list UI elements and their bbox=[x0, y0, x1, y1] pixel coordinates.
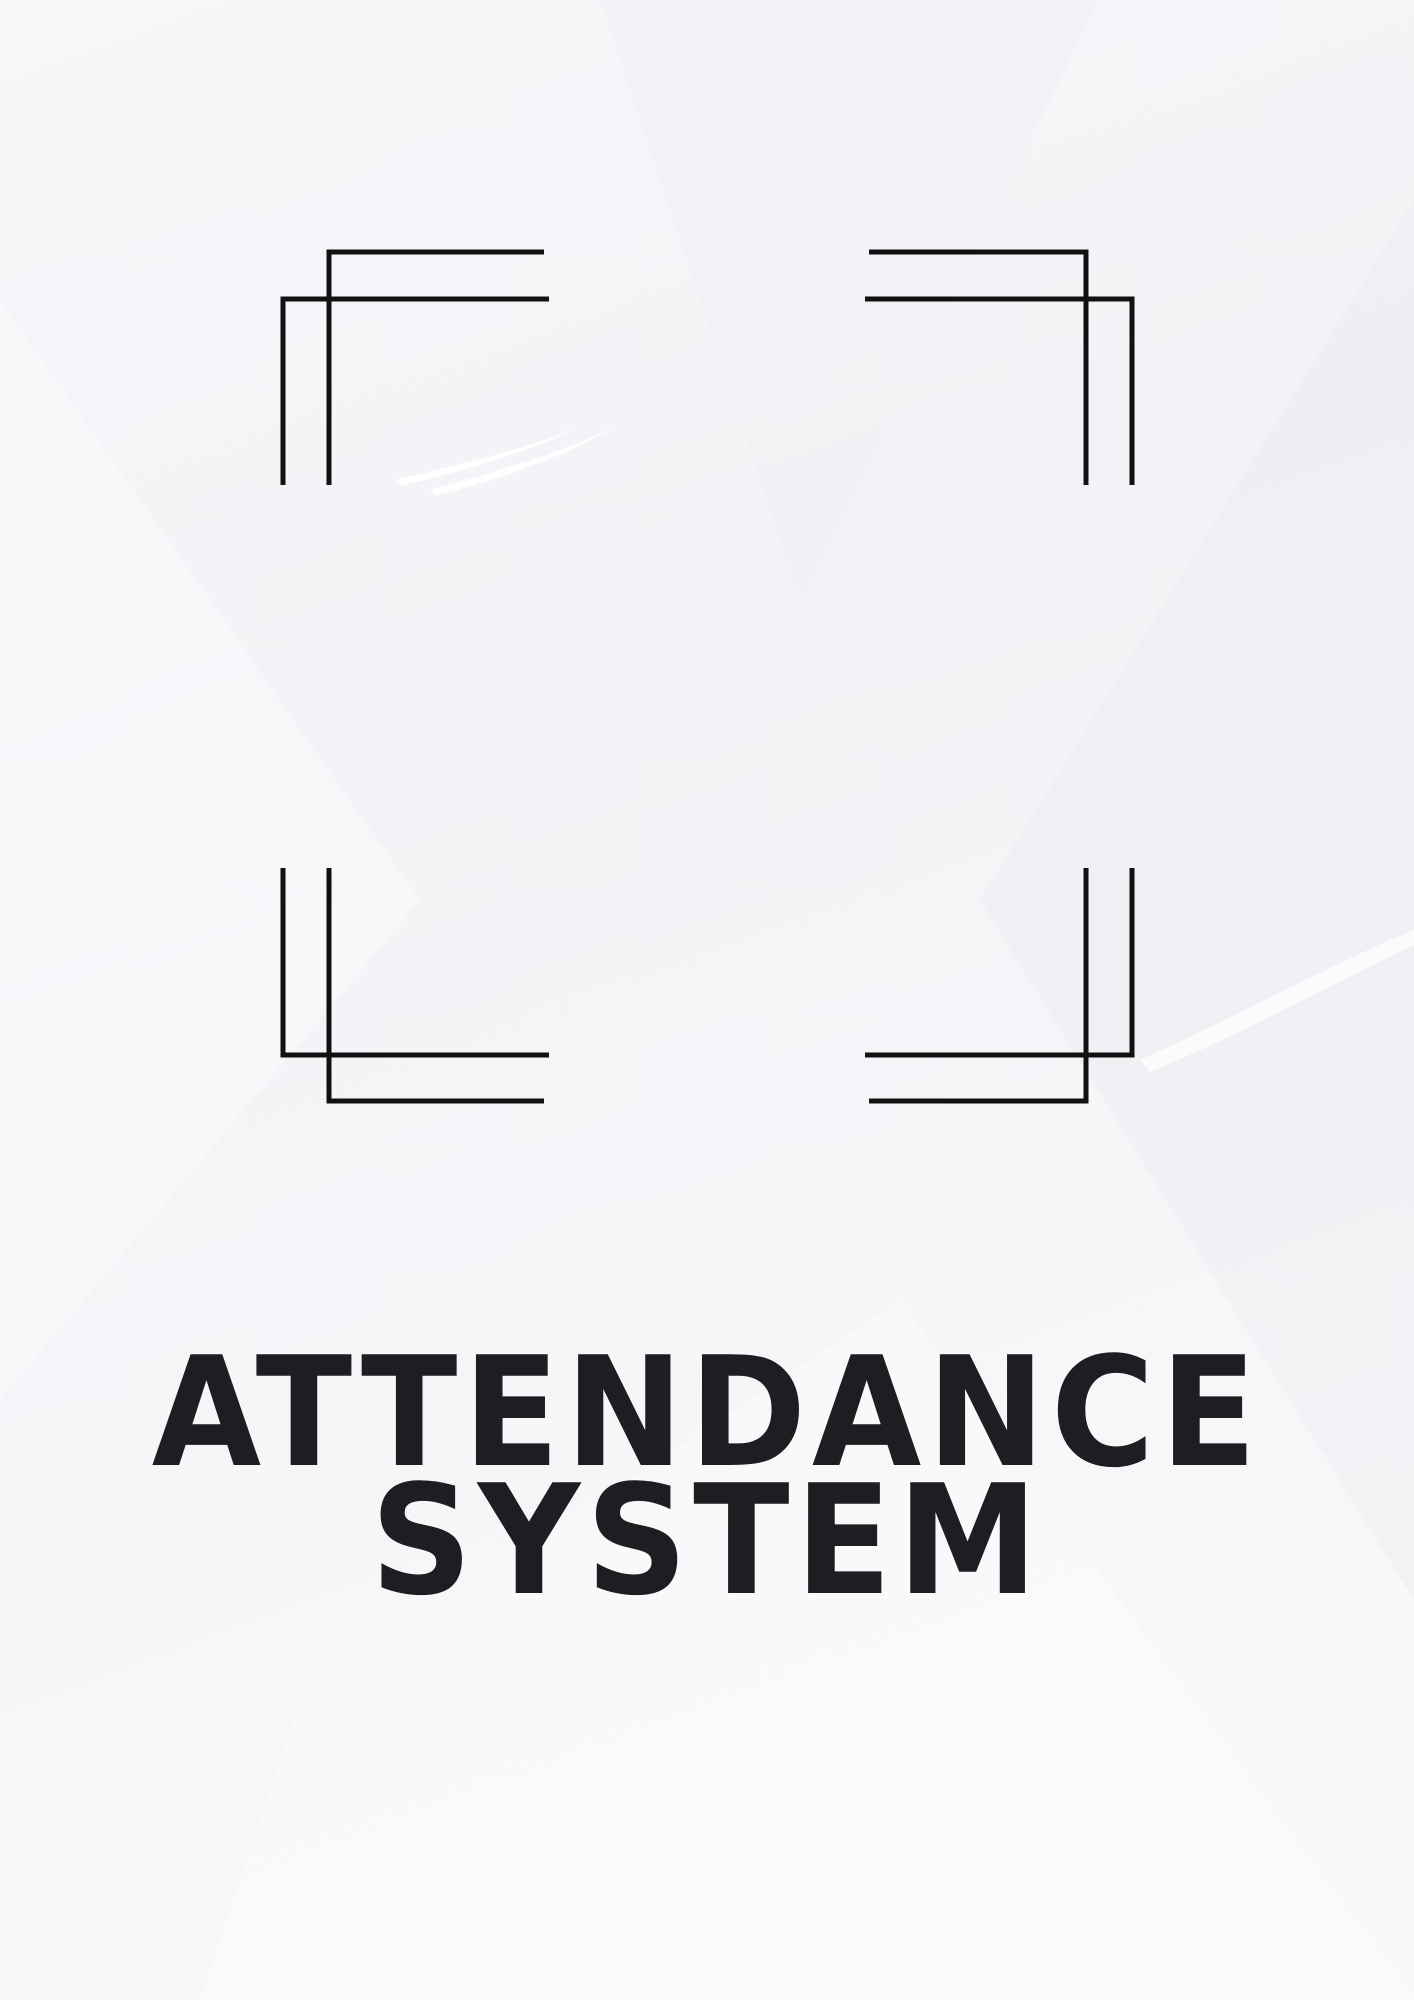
bottom-left-bracket-icon bbox=[280, 868, 549, 1104]
top-left-bracket-icon bbox=[280, 249, 549, 485]
top-right-bracket-icon bbox=[865, 249, 1135, 485]
cover-title-line-2: SYSTEM bbox=[370, 1452, 1044, 1629]
corner-bracket-frame-icon bbox=[280, 249, 1135, 1104]
bottom-right-bracket-icon bbox=[865, 868, 1135, 1104]
